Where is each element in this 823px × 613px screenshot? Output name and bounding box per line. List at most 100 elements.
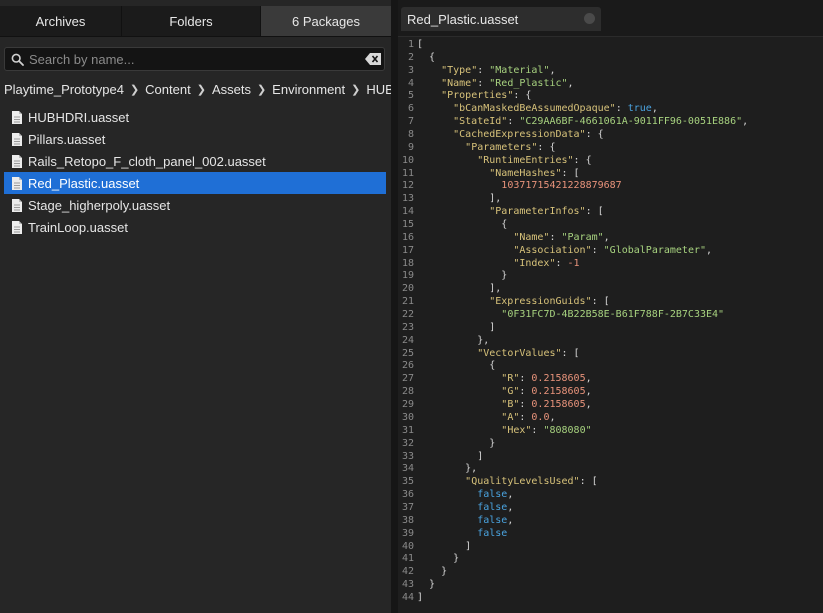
code-text: "Name": "Red_Plastic", (441, 77, 574, 89)
line-number: 8 (407, 129, 414, 141)
code-text: "Type": "Material", (441, 64, 556, 76)
tab-packages[interactable]: 6 Packages (261, 6, 391, 36)
code-line: 26 { (398, 360, 823, 373)
line-number: 34 (401, 463, 414, 475)
browser-tabs: Archives Folders 6 Packages (0, 6, 391, 36)
editor-tab[interactable]: Red_Plastic.uasset (401, 7, 601, 31)
file-list-item[interactable]: HUBHDRI.uasset (4, 106, 386, 128)
code-text: "A": 0.0, (501, 411, 556, 423)
line-number: 31 (401, 424, 414, 436)
line-number: 35 (401, 476, 414, 488)
code-text: false, (477, 489, 514, 501)
line-number: 18 (401, 257, 414, 269)
line-number: 19 (401, 270, 414, 282)
code-line: 6 "bCanMaskedBeAssumedOpaque": true, (398, 103, 823, 116)
file-name: Stage_higherpoly.uasset (28, 197, 171, 213)
code-text: "R": 0.2158605, (501, 373, 592, 385)
line-number: 43 (401, 579, 414, 591)
close-tab-icon[interactable] (584, 13, 595, 24)
line-number: 16 (401, 231, 414, 243)
code-line: 31 "Hex": "808080" (398, 425, 823, 438)
file-list-item[interactable]: Rails_Retopo_F_cloth_panel_002.uasset (4, 150, 386, 172)
breadcrumb-item[interactable]: Assets (212, 82, 251, 97)
code-line: 36 false, (398, 489, 823, 502)
search-icon (5, 48, 29, 70)
code-line: 33 ] (398, 451, 823, 464)
breadcrumb-item[interactable]: HUB (366, 82, 393, 97)
line-number: 14 (401, 206, 414, 218)
code-line: 25 "VectorValues": [ (398, 348, 823, 361)
line-number: 29 (401, 399, 414, 411)
code-line: 32 } (398, 438, 823, 451)
file-name: Red_Plastic.uasset (28, 175, 140, 191)
code-line: 5 "Properties": { (398, 90, 823, 103)
line-number: 11 (401, 167, 414, 179)
code-text: "0F31FC7D-4B22B58E-B61F788F-2B7C33E4" (501, 309, 725, 321)
json-viewer[interactable]: 1[2 {3 "Type": "Material", 4 "Name": "Red… (398, 39, 823, 613)
code-line: 34 }, (398, 463, 823, 476)
code-text: { (417, 219, 508, 231)
clear-search-icon[interactable] (362, 48, 384, 70)
code-text: "B": 0.2158605, (501, 399, 592, 411)
line-number: 28 (401, 386, 414, 398)
asset-browser-panel: Archives Folders 6 Packages Playtime_Pro… (0, 0, 394, 613)
code-line: 24 }, (398, 335, 823, 348)
breadcrumb-item[interactable]: Playtime_Prototype4 (4, 82, 124, 97)
code-text: { (417, 360, 496, 372)
code-line: 4 "Name": "Red_Plastic", (398, 78, 823, 91)
file-icon (12, 132, 22, 146)
code-line: 21 "ExpressionGuids": [ (398, 296, 823, 309)
line-number: 23 (401, 321, 414, 333)
code-line: 1[ (398, 39, 823, 52)
file-icon (12, 198, 22, 212)
file-icon (12, 176, 22, 190)
editor-tab-title: Red_Plastic.uasset (407, 11, 519, 27)
file-list-item[interactable]: TrainLoop.uasset (4, 216, 386, 238)
code-line: 8 "CachedExpressionData": { (398, 129, 823, 142)
search-box (4, 47, 385, 71)
code-line: 42 } (398, 566, 823, 579)
line-number: 21 (401, 296, 414, 308)
code-text: "QualityLevelsUsed": [ (465, 476, 598, 488)
search-input[interactable] (29, 48, 362, 70)
breadcrumb-item[interactable]: Environment (272, 82, 345, 97)
file-name: Pillars.uasset (28, 131, 106, 147)
code-text: ], (417, 193, 502, 205)
file-icon (12, 110, 22, 124)
code-line: 29 "B": 0.2158605, (398, 399, 823, 412)
code-text: "Properties": { (441, 90, 532, 102)
code-text: { (417, 51, 436, 63)
code-line: 41 } (398, 553, 823, 566)
code-text: false, (477, 514, 514, 526)
file-name: TrainLoop.uasset (28, 219, 128, 235)
tab-folders[interactable]: Folders (122, 6, 261, 36)
tab-archives[interactable]: Archives (0, 6, 122, 36)
code-text: false (477, 527, 508, 539)
line-number: 41 (401, 553, 414, 565)
line-number: 22 (401, 309, 414, 321)
code-line: 39 false (398, 528, 823, 541)
file-list-item-selected[interactable]: Red_Plastic.uasset (4, 172, 386, 194)
file-list-item[interactable]: Pillars.uasset (4, 128, 386, 150)
line-number: 42 (401, 566, 414, 578)
code-line: 15 { (398, 219, 823, 232)
file-name: HUBHDRI.uasset (28, 109, 130, 125)
code-text: "StateId": "C29AA6BF-4661061A-9011FF96-0… (453, 116, 749, 128)
file-icon (12, 220, 22, 234)
code-text: "Parameters": { (465, 141, 556, 153)
file-list-item[interactable]: Stage_higherpoly.uasset (4, 194, 386, 216)
line-number: 30 (401, 411, 414, 423)
code-line: 43 } (398, 579, 823, 592)
line-number: 38 (401, 514, 414, 526)
code-text: 10371715421228879687 (501, 180, 622, 192)
line-number: 24 (401, 334, 414, 346)
code-line: 19 } (398, 270, 823, 283)
code-line: 23 ] (398, 322, 823, 335)
code-line: 2 { (398, 52, 823, 65)
code-text: "bCanMaskedBeAssumedOpaque": true, (453, 103, 658, 115)
line-number: 40 (401, 540, 414, 552)
code-text: "CachedExpressionData": { (453, 129, 604, 141)
breadcrumb-item[interactable]: Content (145, 82, 191, 97)
panel-splitter[interactable] (391, 0, 398, 613)
line-number: 7 (407, 116, 414, 128)
